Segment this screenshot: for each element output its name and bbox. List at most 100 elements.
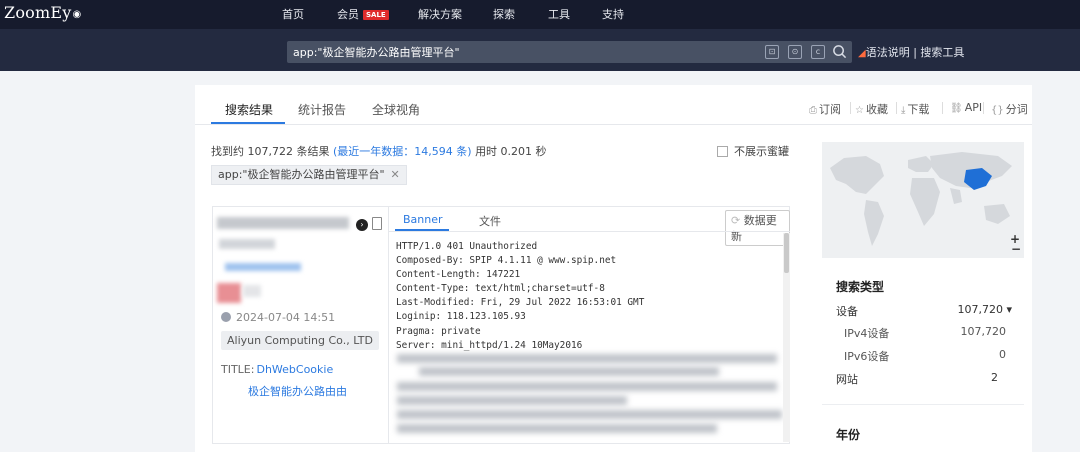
link-separator: | [913,46,917,59]
redacted-flag [217,283,241,303]
facet-count: 107,720 [960,325,1007,338]
tab-search-results[interactable]: 搜索结果 [225,101,273,118]
hide-honeypot-toggle[interactable]: 不展示蜜罐 [717,143,789,159]
redacted-banner-line [397,424,717,433]
nav-home[interactable]: 首页 [282,6,304,22]
syntax-help-link[interactable]: 语法说明 [866,46,910,59]
results-count: 找到约 107,722 条结果 [211,145,330,158]
star-icon: ☆ [855,105,864,116]
timestamp: 2024-07-04 14:51 [221,311,335,324]
facet-label: 网站 [836,373,858,386]
result-meta: › 2024-07-04 14:51 Aliyun Computing Co.,… [213,207,387,443]
document-icon[interactable] [372,217,382,230]
tool-divider [983,102,984,114]
facet-count: 107,720 ▾ [957,303,1012,316]
eye-icon: ◉ [72,9,82,20]
query-time: 用时 0.201 秒 [475,145,547,158]
sale-badge: SALE [363,10,389,20]
tokenize-button[interactable]: {} 分词 [991,101,1028,117]
redacted-port [219,239,275,249]
subscribe-button[interactable]: ⎙ 订阅 [809,101,841,117]
syntax-links: ◢语法说明 | 搜索工具 [858,44,964,60]
filter-chip-label: app:"极企智能办公路由管理平台" [218,168,385,181]
year-title: 年份 [836,428,861,442]
nav-solutions[interactable]: 解决方案 [418,6,462,22]
flag-icon: ◢ [858,48,866,59]
search-input[interactable] [293,43,753,61]
nav-support[interactable]: 支持 [602,6,624,22]
banner-line: HTTP/1.0 401 Unauthorized [396,241,538,252]
banner-panel: Banner 文件 ⟳ 数据更新 HTTP/1.0 401 Unauthoriz… [388,207,790,443]
nav-membership-label: 会员 [337,8,359,21]
tokenize-label: 分词 [1005,103,1028,116]
download-label: 下载 [907,103,930,116]
arrow-right-icon[interactable]: › [356,219,368,231]
facet-row-ipv6[interactable]: IPv6设备 0 [844,348,1006,364]
banner-divider [389,231,790,232]
favorite-button[interactable]: ☆ 收藏 [855,101,888,117]
banner-line: Composed-By: SPIP 4.1.11 @ www.spip.net [396,255,617,267]
api-label: API [964,101,983,114]
search-band: ⊡ ⊙ c ◢语法说明 | 搜索工具 [0,29,1080,71]
redacted-banner-line [419,367,719,376]
redacted-link [225,263,301,271]
title-link[interactable]: DhWebCookie [256,363,333,376]
search-icon[interactable] [832,44,847,59]
nav-membership[interactable]: 会员 SALE [337,6,389,22]
nav-explore[interactable]: 探索 [493,6,515,22]
facet-divider [822,404,1024,405]
facet-row-ipv4[interactable]: IPv4设备 107,720 [844,325,1006,341]
tab-banner[interactable]: Banner [403,213,443,226]
timestamp-value: 2024-07-04 14:51 [236,311,336,324]
tool-divider [942,102,943,114]
tab-global-view[interactable]: 全球视角 [372,101,420,118]
close-icon[interactable]: ✕ [391,168,400,181]
logo[interactable]: ZoomEy◉ [4,3,81,22]
result-card: › 2024-07-04 14:51 Aliyun Computing Co.,… [212,206,790,444]
world-map[interactable]: + − [822,142,1024,258]
refresh-icon: ⟳ [731,214,741,227]
results-summary: 找到约 107,722 条结果 (最近一年数据：14,594 条) 用时 0.2… [211,143,547,159]
banner-line: Loginip: 118.123.105.93 [396,311,526,323]
tab-statistics[interactable]: 统计报告 [298,101,346,118]
favorite-label: 收藏 [865,103,888,116]
nav-tools[interactable]: 工具 [548,6,570,22]
facet-count: 2 [991,371,998,384]
redacted-banner-line [397,382,777,391]
facet-row-website[interactable]: 网站 2 [836,371,1012,387]
title-row: TITLE: DhWebCookie [221,363,333,376]
honeypot-checkbox[interactable] [717,146,728,157]
redacted-ip [217,217,349,229]
recent-year-link[interactable]: (最近一年数据：14,594 条) [333,145,472,158]
download-button[interactable]: ⤓ 下载 [901,101,929,117]
subscribe-icon: ⎙ [809,105,817,116]
facet-row-device[interactable]: 设备 107,720 ▾ [836,303,1012,319]
banner-scroll-thumb[interactable] [784,233,789,273]
cert-search-icon[interactable]: c [811,45,825,59]
tool-divider [850,102,851,114]
tab-files[interactable]: 文件 [479,213,501,229]
link-icon: ⛓ [950,103,963,114]
org-badge[interactable]: Aliyun Computing Co., LTD [221,331,379,350]
banner-line: Pragma: private [396,325,481,337]
title-link-2[interactable]: 极企智能办公路由由 [248,383,347,399]
redacted-banner-line [397,396,627,405]
facet-label: 设备 [836,305,858,318]
facet-label: IPv6设备 [844,350,890,363]
search-tools-link[interactable]: 搜索工具 [920,46,964,59]
banner-line: Content-Type: text/html;charset=utf-8 [396,283,605,295]
banner-line: Server: mini_httpd/1.24 10May2016 [396,339,583,351]
hide-honeypot-label: 不展示蜜罐 [734,145,789,158]
facet-panel: 搜索类型 设备 107,720 ▾ IPv4设备 107,720 IPv6设备 0 网… [822,262,1024,452]
image-search-icon[interactable]: ⊡ [765,45,779,59]
top-nav: ZoomEy◉ 首页 会员 SALE 解决方案 探索 工具 支持 [0,0,1080,29]
tool-divider [896,102,897,114]
api-button[interactable]: ⛓ API [950,101,982,114]
active-tab-indicator [211,122,285,124]
zoom-out-button[interactable]: − [1011,242,1021,256]
subscribe-label: 订阅 [819,103,841,116]
scan-icon[interactable]: ⊙ [788,45,802,59]
clock-icon [221,312,231,322]
redacted-banner-line [397,410,782,419]
banner-line: Content-Length: 147221 [396,269,521,281]
